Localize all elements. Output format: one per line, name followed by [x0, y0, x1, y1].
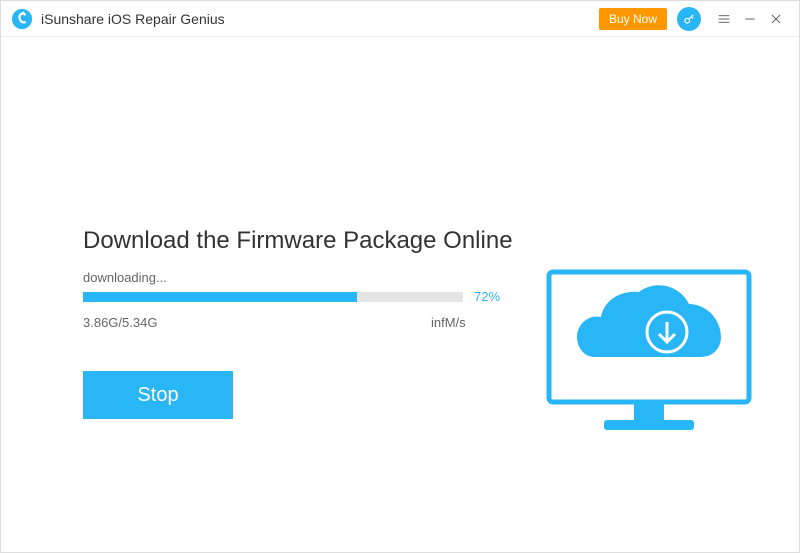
page-title: Download the Firmware Package Online [83, 227, 513, 255]
download-speed: infM/s [431, 315, 466, 330]
buy-now-button[interactable]: Buy Now [599, 8, 667, 30]
close-button[interactable] [763, 6, 789, 32]
progress-fill [83, 292, 357, 302]
progress-percent: 72% [474, 289, 500, 304]
app-title: iSunshare iOS Repair Genius [41, 11, 225, 27]
stop-button[interactable]: Stop [83, 371, 233, 419]
download-illustration-icon [539, 262, 759, 442]
minimize-button[interactable] [737, 6, 763, 32]
app-logo-icon [11, 8, 33, 30]
download-size: 3.86G/5.34G [83, 315, 157, 330]
register-key-button[interactable] [677, 7, 701, 31]
titlebar: iSunshare iOS Repair Genius Buy Now [1, 1, 799, 37]
download-status: downloading... [83, 270, 167, 285]
content-area: Download the Firmware Package Online dow… [1, 37, 799, 552]
progress-bar [83, 292, 463, 302]
menu-button[interactable] [711, 6, 737, 32]
